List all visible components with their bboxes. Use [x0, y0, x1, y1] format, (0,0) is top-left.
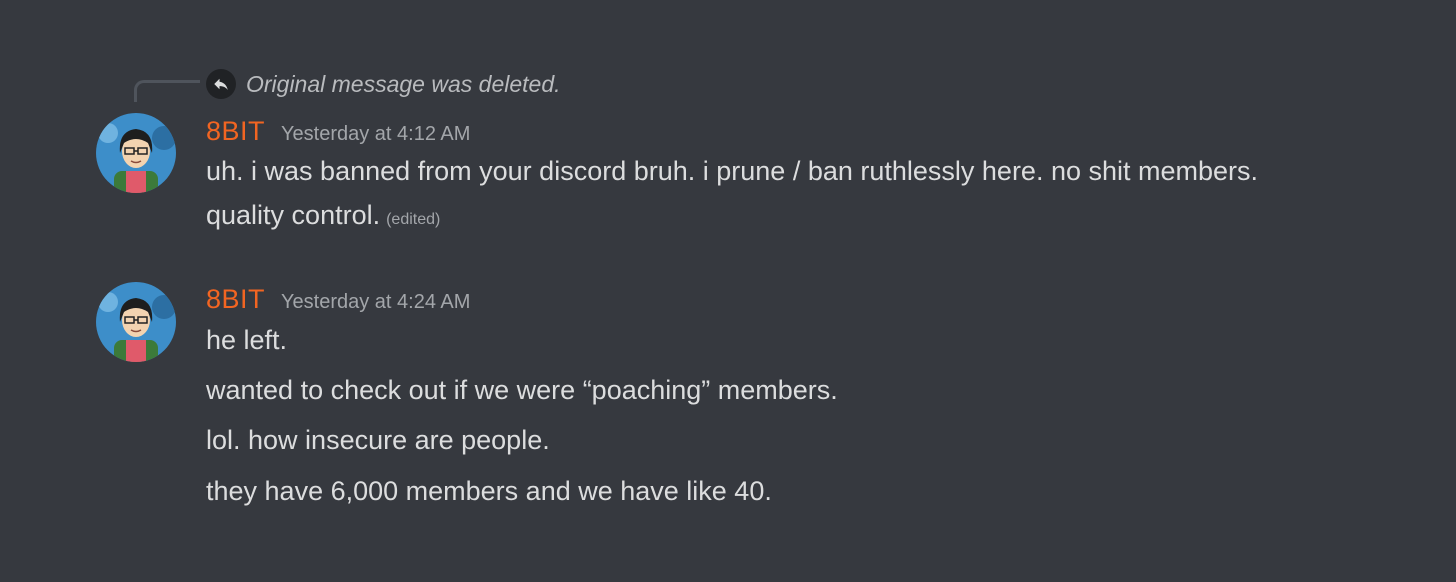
avatar[interactable]	[96, 113, 176, 193]
message-text: lol. how insecure are people.	[206, 425, 550, 455]
message-header: 8BIT Yesterday at 4:24 AM	[206, 284, 470, 315]
reply-deleted-text: Original message was deleted.	[246, 70, 561, 97]
chat-message-list: Original message was deleted. 8BIT Yeste…	[0, 0, 1456, 582]
message-text: he left.	[206, 325, 288, 355]
message-text: uh. i was banned from your discord bruh.…	[206, 156, 1259, 186]
message-header: 8BIT Yesterday at 4:12 AM	[206, 116, 470, 147]
timestamp[interactable]: Yesterday at 4:24 AM	[281, 291, 470, 314]
reply-connector-line	[134, 80, 200, 102]
message-text: they have 6,000 members and we have like…	[206, 476, 772, 506]
message-text-line: quality control.	[206, 200, 381, 230]
edited-label: (edited)	[386, 211, 441, 228]
reply-reference[interactable]: Original message was deleted.	[206, 68, 561, 100]
message-text: quality control. (edited)	[206, 200, 440, 231]
reply-arrow-icon	[206, 69, 236, 99]
username[interactable]: 8BIT	[206, 284, 265, 315]
timestamp[interactable]: Yesterday at 4:12 AM	[281, 123, 470, 146]
message-text: wanted to check out if we were “poaching…	[206, 375, 838, 405]
avatar[interactable]	[96, 282, 176, 362]
username[interactable]: 8BIT	[206, 116, 265, 147]
